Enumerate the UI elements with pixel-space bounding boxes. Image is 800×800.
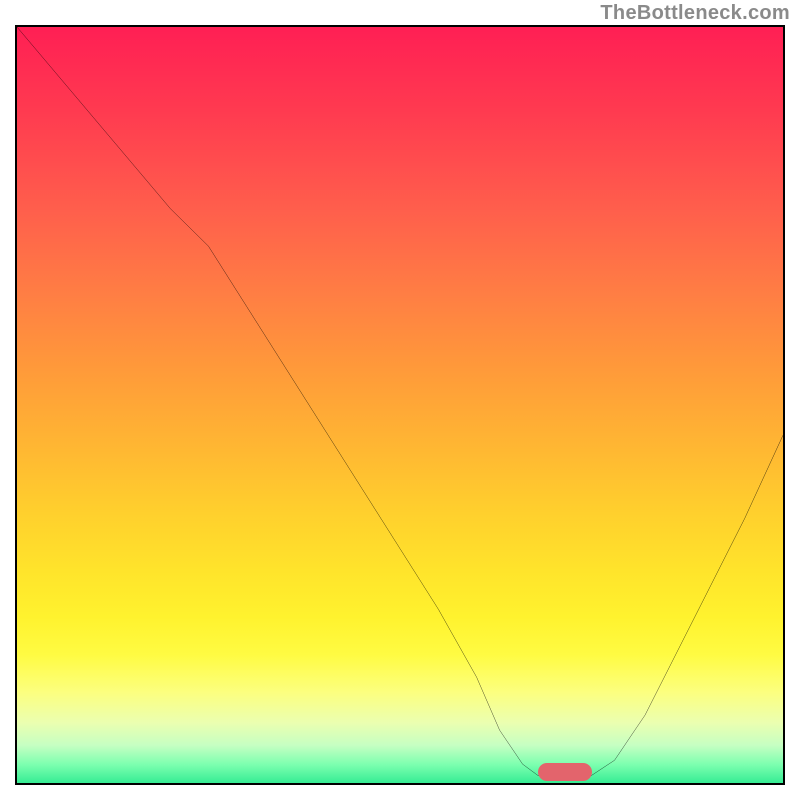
curve-path: [17, 27, 783, 775]
chart-frame: [15, 25, 785, 785]
bottleneck-curve: [17, 27, 783, 783]
watermark-text: TheBottleneck.com: [600, 2, 790, 25]
optimal-marker: [538, 763, 592, 781]
